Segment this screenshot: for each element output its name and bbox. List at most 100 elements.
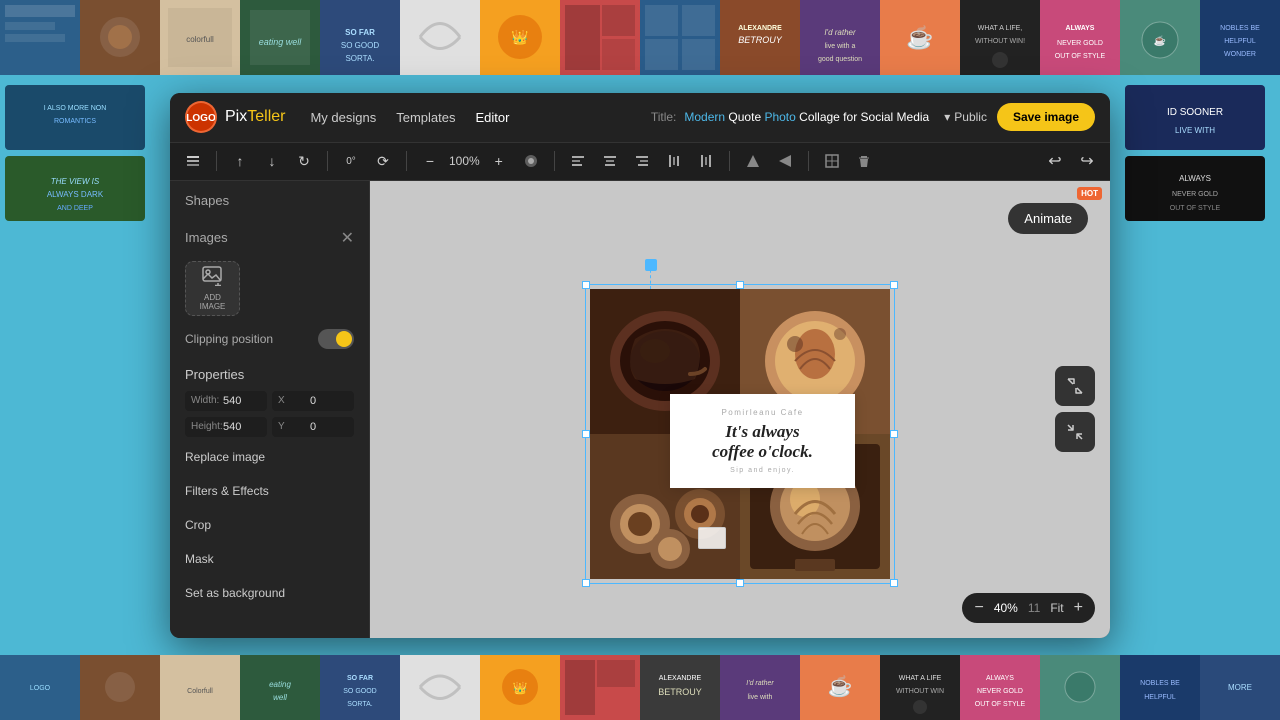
bottom-strip-thumb-8[interactable]	[560, 655, 640, 720]
bottom-strip-thumb-12[interactable]: WHAT A LIFEWITHOUT WIN	[880, 655, 960, 720]
align-right-icon[interactable]	[629, 148, 655, 174]
strip-thumb-15[interactable]: ☕	[1120, 0, 1200, 75]
strip-thumb-1[interactable]	[0, 0, 80, 75]
nav-my-designs[interactable]: My designs	[310, 105, 376, 130]
svg-text:HELPFUL: HELPFUL	[1144, 694, 1176, 701]
strip-thumb-16[interactable]: NOBLES BEHELPFULWONDER	[1200, 0, 1280, 75]
bottom-strip-thumb-16[interactable]: MORE	[1200, 655, 1280, 720]
title-photo: Photo	[764, 110, 799, 124]
bottom-strip-thumb-14[interactable]	[1040, 655, 1120, 720]
flip-h-icon[interactable]: ⟳	[370, 148, 396, 174]
move-down-icon[interactable]: ↓	[259, 148, 285, 174]
rotate-degrees-icon[interactable]: 0°	[338, 148, 364, 174]
left-panel: Shapes Images ✕	[170, 181, 370, 638]
add-image-button[interactable]: ADDIMAGE	[185, 261, 240, 316]
main-quote: It's always coffee o'clock.	[686, 422, 839, 461]
flip-horizontal-icon[interactable]	[772, 148, 798, 174]
svg-text:WITHOUT WIN!: WITHOUT WIN!	[975, 38, 1025, 45]
close-icon[interactable]: ✕	[341, 228, 354, 248]
bottom-strip-thumb-6[interactable]	[400, 655, 480, 720]
add-image-label: ADDIMAGE	[200, 293, 226, 311]
animate-button[interactable]: Animate	[1008, 203, 1088, 234]
svg-text:WHAT A LIFE,: WHAT A LIFE,	[978, 25, 1023, 32]
set-as-background-item[interactable]: Set as background	[170, 576, 369, 610]
strip-thumb-7[interactable]: 👑	[480, 0, 560, 75]
fill-icon[interactable]	[518, 148, 544, 174]
svg-text:eating: eating	[269, 680, 291, 689]
align-bottom-icon[interactable]	[693, 148, 719, 174]
expand-icon[interactable]	[1055, 366, 1095, 406]
bottom-strip-thumb-10[interactable]: I'd ratherlive with	[720, 655, 800, 720]
strip-thumb-14[interactable]: ALWAYSNEVER GOLDOUT OF STYLE	[1040, 0, 1120, 75]
strip-thumb-12[interactable]: ☕	[880, 0, 960, 75]
separator-6	[808, 151, 809, 171]
bottom-strip-thumb-3[interactable]: Colorfull	[160, 655, 240, 720]
bottom-strip-thumb-7[interactable]: 👑	[480, 655, 560, 720]
nav-editor[interactable]: Editor	[475, 105, 509, 130]
separator-3	[406, 151, 407, 171]
strip-thumb-3[interactable]: colorfull	[160, 0, 240, 75]
images-label: Images	[185, 230, 228, 245]
bottom-strip-thumb-4[interactable]: eatingwell	[240, 655, 320, 720]
strip-thumb-5[interactable]: SO FARSO GOODSORTA.	[320, 0, 400, 75]
undo-btn[interactable]: ↩	[1042, 148, 1068, 174]
zoom-plus-icon[interactable]: +	[486, 148, 512, 174]
logo-area[interactable]: LOGO PixTeller	[185, 101, 285, 133]
redo-btn[interactable]: ↪	[1074, 148, 1100, 174]
svg-text:LOGO: LOGO	[187, 113, 215, 124]
fit-button[interactable]: Fit	[1050, 601, 1063, 615]
x-group: X	[272, 391, 354, 411]
bottom-strip-thumb-9[interactable]: ALEXANDREBETROUY	[640, 655, 720, 720]
strip-thumb-13[interactable]: WHAT A LIFE, WITHOUT WIN!	[960, 0, 1040, 75]
rotate-icon[interactable]: ↻	[291, 148, 317, 174]
save-button[interactable]: Save image	[997, 103, 1095, 131]
nav-templates[interactable]: Templates	[396, 105, 455, 130]
strip-thumb-11[interactable]: I'd ratherlive with agood question	[800, 0, 880, 75]
bottom-strip-thumb-5[interactable]: SO FARSO GOODSORTA.	[320, 655, 400, 720]
compress-icon[interactable]	[1055, 412, 1095, 452]
svg-text:BETROUY: BETROUY	[658, 687, 702, 697]
move-up-icon[interactable]: ↑	[227, 148, 253, 174]
zoom-out-button[interactable]: −	[974, 599, 983, 617]
align-top-icon[interactable]	[661, 148, 687, 174]
align-center-icon[interactable]	[597, 148, 623, 174]
zoom-minus-icon[interactable]: −	[417, 148, 443, 174]
y-input[interactable]	[304, 417, 354, 437]
strip-thumb-6[interactable]	[400, 0, 480, 75]
flip-vertical-icon[interactable]	[740, 148, 766, 174]
add-frame-icon[interactable]	[819, 148, 845, 174]
bottom-strip-thumb-11[interactable]: ☕	[800, 655, 880, 720]
height-label: Height:	[185, 417, 217, 436]
x-input[interactable]	[304, 391, 354, 411]
mask-item[interactable]: Mask	[170, 542, 369, 576]
bottom-strip-thumb-13[interactable]: ALWAYSNEVER GOLDOUT OF STYLE	[960, 655, 1040, 720]
bottom-strip-thumb-2[interactable]	[80, 655, 160, 720]
svg-text:OUT OF STYLE: OUT OF STYLE	[1055, 53, 1106, 60]
layers-icon[interactable]	[180, 148, 206, 174]
logo-teller: Teller	[247, 108, 285, 125]
replace-image-item[interactable]: Replace image	[170, 440, 369, 474]
zoom-in-button[interactable]: +	[1074, 599, 1083, 617]
title-text: Modern Quote Photo Collage for Social Me…	[684, 110, 929, 124]
bottom-strip-thumb-1[interactable]: LOGO	[0, 655, 80, 720]
align-left-icon[interactable]	[565, 148, 591, 174]
app-window: LOGO PixTeller My designs Templates Edit…	[170, 93, 1110, 638]
strip-thumb-8[interactable]	[560, 0, 640, 75]
strip-thumb-10[interactable]: ALEXANDREBETROUY	[720, 0, 800, 75]
toolbar-zoom: 100%	[449, 154, 480, 168]
public-dropdown[interactable]: ▾ Public	[944, 110, 987, 124]
strip-thumb-9[interactable]	[640, 0, 720, 75]
height-input[interactable]	[217, 417, 267, 437]
filters-effects-item[interactable]: Filters & Effects	[170, 474, 369, 508]
svg-text:SO GOOD: SO GOOD	[341, 41, 379, 50]
delete-icon[interactable]	[851, 148, 877, 174]
width-input[interactable]	[217, 391, 267, 411]
strip-thumb-2[interactable]	[80, 0, 160, 75]
svg-text:I'd rather: I'd rather	[746, 680, 774, 687]
bottom-strip-thumb-15[interactable]: NOBLES BEHELPFUL	[1120, 655, 1200, 720]
clipping-toggle[interactable]	[318, 329, 354, 349]
crop-item[interactable]: Crop	[170, 508, 369, 542]
canvas-area[interactable]: Animate HOT	[370, 181, 1110, 638]
strip-thumb-4[interactable]: eating well	[240, 0, 320, 75]
svg-text:NOBLES BE: NOBLES BE	[1220, 25, 1260, 32]
